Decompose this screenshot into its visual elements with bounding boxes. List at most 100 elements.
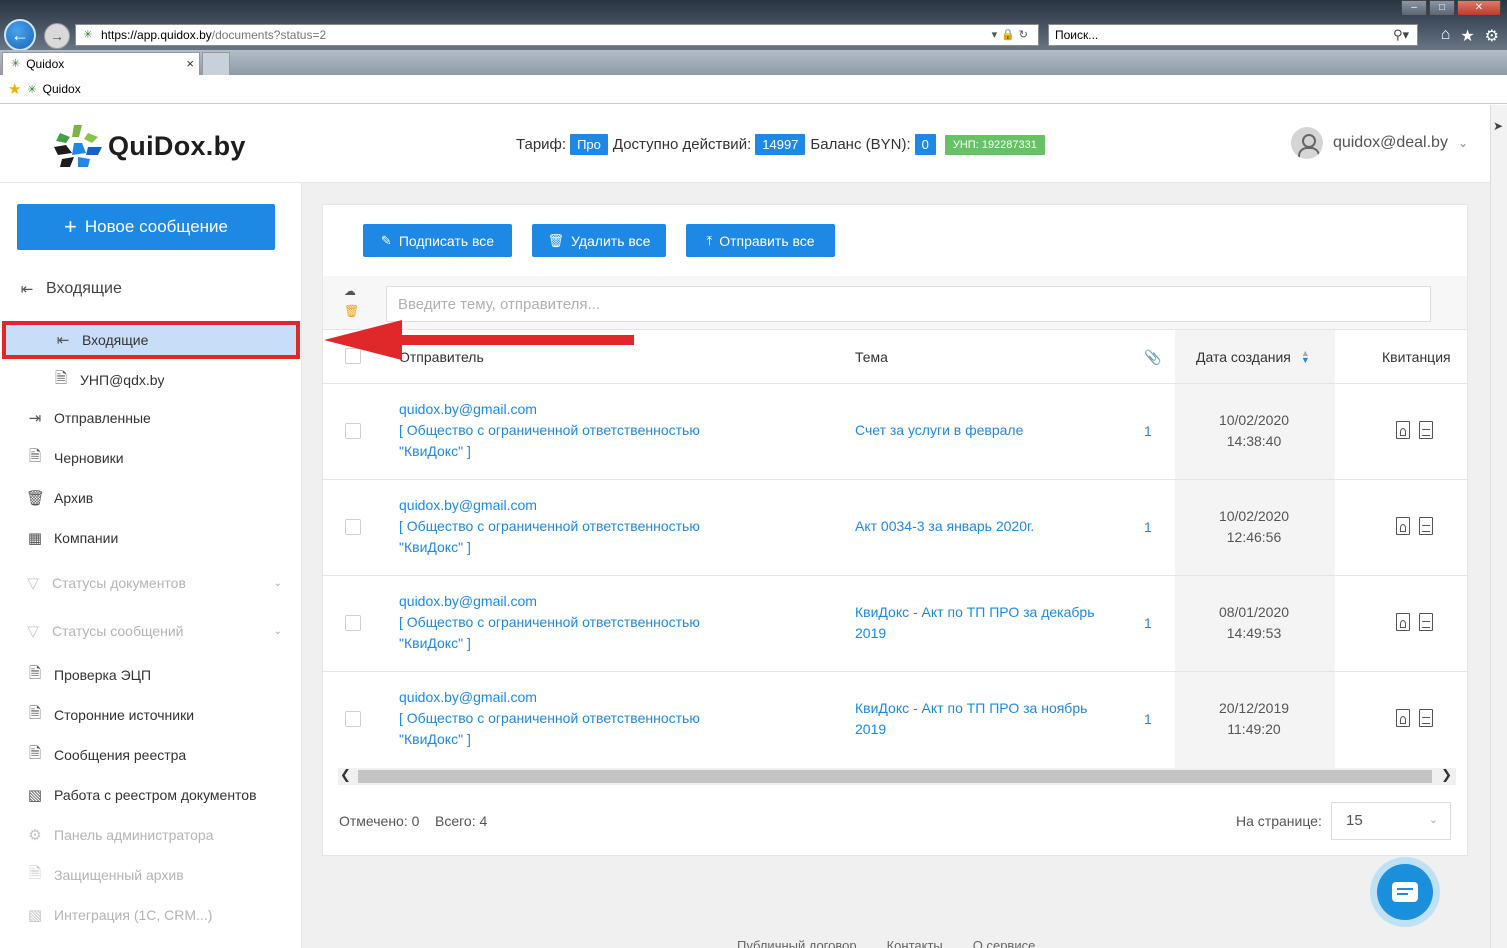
sender-email[interactable]: quidox.by@gmail.com xyxy=(399,399,700,420)
document-receipt-icon[interactable] xyxy=(1419,421,1433,439)
sidebar-item-signature-check[interactable]: 🗎 Проверка ЭЦП xyxy=(0,657,302,693)
row-checkbox[interactable] xyxy=(345,615,361,631)
browser-tab-quidox[interactable]: ✳ Quidox × xyxy=(2,52,200,75)
row-subject[interactable]: Счет за услуги в феврале xyxy=(855,420,1105,441)
row-checkbox[interactable] xyxy=(345,519,361,535)
sidebar-item-admin-panel[interactable]: ⚙ Панель администратора xyxy=(0,817,302,853)
column-header-date[interactable]: Дата создания ▲ ▼ xyxy=(1196,330,1310,384)
sidebar-item-msg-statuses[interactable]: ▽ Статусы сообщений ⌄ xyxy=(0,613,302,649)
sidebar-item-integration[interactable]: ▧ Интеграция (1С, CRM...) xyxy=(0,897,302,933)
quidox-logo[interactable]: QuiDox.by xyxy=(52,123,246,169)
vertical-scrollbar[interactable]: ➤ xyxy=(1490,105,1507,948)
sender-org[interactable]: [ Общество с ограниченной ответственност… xyxy=(399,420,700,441)
sender-org-name[interactable]: "КвиДокс" ] xyxy=(399,729,700,750)
sender-org-name[interactable]: "КвиДокс" ] xyxy=(399,633,700,654)
sidebar-item-archive[interactable]: 🗑 Архив xyxy=(0,480,302,516)
row-sender[interactable]: quidox.by@gmail.com [ Общество с огранич… xyxy=(399,591,700,654)
row-sender[interactable]: quidox.by@gmail.com [ Общество с огранич… xyxy=(399,399,700,462)
scrollbar-thumb[interactable] xyxy=(358,770,1432,783)
scroll-left-icon[interactable]: ❮ xyxy=(340,767,351,783)
pdf-receipt-icon[interactable] xyxy=(1396,517,1410,535)
footer-link-about[interactable]: О сервисе xyxy=(973,938,1036,948)
footer-link-contacts[interactable]: Контакты xyxy=(887,938,943,948)
cloud-upload-icon[interactable]: ☁ xyxy=(344,284,358,298)
trash-icon[interactable]: 🗑 xyxy=(344,304,359,318)
favorites-star-icon[interactable]: ★ xyxy=(1460,26,1474,46)
browser-search-field[interactable]: Поиск... ⚲▾ xyxy=(1048,24,1418,46)
new-tab-button[interactable] xyxy=(202,52,230,75)
add-favorite-star-icon[interactable]: ★ xyxy=(8,80,21,98)
sender-email[interactable]: quidox.by@gmail.com xyxy=(399,495,700,516)
sidebar-item-unp[interactable]: 🗎 УНП@qdx.by xyxy=(0,362,302,398)
sender-org[interactable]: [ Общество с ограниченной ответственност… xyxy=(399,612,700,633)
home-icon[interactable]: ⌂ xyxy=(1441,26,1451,46)
row-sender[interactable]: quidox.by@gmail.com [ Общество с огранич… xyxy=(399,495,700,558)
pdf-receipt-icon[interactable] xyxy=(1396,613,1410,631)
sidebar-item-companies[interactable]: ▦ Компании xyxy=(0,520,302,556)
new-message-label: Новое сообщение xyxy=(84,217,228,236)
document-receipt-icon[interactable] xyxy=(1419,613,1433,631)
row-subject[interactable]: КвиДокс - Акт по ТП ПРО за ноябрь 2019 xyxy=(855,698,1105,740)
document-receipt-icon[interactable] xyxy=(1419,517,1433,535)
sidebar-item-external-sources[interactable]: 🗎 Сторонние источники xyxy=(0,697,302,733)
sidebar-item-secure-archive[interactable]: 🗎 Защищенный архив xyxy=(0,857,302,893)
sender-org[interactable]: [ Общество с ограниченной ответственност… xyxy=(399,708,700,729)
footer-link-contract[interactable]: Публичный договор xyxy=(737,938,857,948)
pdf-receipt-icon[interactable] xyxy=(1396,421,1410,439)
row-attachment-count[interactable]: 1 xyxy=(1144,519,1152,535)
gear-icon[interactable]: ⚙ xyxy=(1485,26,1499,46)
close-window-button[interactable]: ✕ xyxy=(1457,0,1501,16)
sidebar-item-drafts[interactable]: 🗎 Черновики xyxy=(0,440,302,476)
user-menu[interactable]: quidox@deal.by ⌄ xyxy=(1290,127,1468,159)
sender-email[interactable]: quidox.by@gmail.com xyxy=(399,591,700,612)
horizontal-scrollbar[interactable]: ❮ ❯ xyxy=(338,767,1456,785)
sender-org-name[interactable]: "КвиДокс" ] xyxy=(399,537,700,558)
close-icon[interactable]: × xyxy=(186,56,194,71)
chat-widget-button[interactable] xyxy=(1370,857,1440,927)
sender-email[interactable]: quidox.by@gmail.com xyxy=(399,687,700,708)
sidebar-item-registry-work[interactable]: ▧ Работа с реестром документов xyxy=(0,777,302,813)
scroll-up-icon[interactable]: ➤ xyxy=(1493,119,1503,133)
sender-org-name[interactable]: "КвиДокс" ] xyxy=(399,441,700,462)
sidebar-item-sent[interactable]: ⇥ Отправленные xyxy=(0,400,302,436)
row-date-time: 12:46:56 xyxy=(1226,529,1282,545)
row-attachment-count[interactable]: 1 xyxy=(1144,711,1152,727)
address-bar[interactable]: ✳ https://app.quidox.by/documents?status… xyxy=(75,24,1039,46)
scroll-right-icon[interactable]: ❯ xyxy=(1441,767,1452,783)
column-header-subject[interactable]: Тема xyxy=(855,330,888,384)
search-icon[interactable]: ⚲▾ xyxy=(1393,27,1409,43)
address-tools-icon[interactable]: ▾🔒↻ xyxy=(992,28,1032,41)
new-message-button[interactable]: + Новое сообщение xyxy=(17,204,275,250)
search-input[interactable] xyxy=(386,286,1431,322)
chevron-down-icon: ⌄ xyxy=(273,577,282,589)
pdf-receipt-icon[interactable] xyxy=(1396,709,1410,727)
row-subject[interactable]: КвиДокс - Акт по ТП ПРО за декабрь 2019 xyxy=(855,602,1105,644)
sidebar-item-doc-statuses[interactable]: ▽ Статусы документов ⌄ xyxy=(0,565,302,601)
sidebar-item-inbox[interactable]: ⇤ Входящие xyxy=(2,321,300,359)
row-date-time: 11:49:20 xyxy=(1227,721,1281,737)
maximize-button[interactable]: □ xyxy=(1429,0,1455,16)
sender-org[interactable]: [ Общество с ограниченной ответственност… xyxy=(399,516,700,537)
per-page-select[interactable]: 15 ⌄ xyxy=(1331,802,1451,840)
row-date: 10/02/2020 12:46:56 xyxy=(1175,506,1333,548)
row-sender[interactable]: quidox.by@gmail.com [ Общество с огранич… xyxy=(399,687,700,750)
row-attachment-count[interactable]: 1 xyxy=(1144,423,1152,439)
forward-button[interactable]: → xyxy=(44,23,70,49)
sidebar-item-registry-messages[interactable]: 🗎 Сообщения реестра xyxy=(0,737,302,773)
row-attachment-count[interactable]: 1 xyxy=(1144,615,1152,631)
minimize-button[interactable]: – xyxy=(1401,0,1427,16)
back-button[interactable]: ← xyxy=(4,19,36,51)
row-checkbox[interactable] xyxy=(345,423,361,439)
sidebar-group-inbox[interactable]: ⇤ Входящие xyxy=(0,271,302,307)
sign-all-button[interactable]: ✎ Подписать все xyxy=(363,224,512,257)
chat-bubble-shape xyxy=(1392,882,1418,902)
browser-search-placeholder: Поиск... xyxy=(1055,28,1099,42)
delete-all-button[interactable]: 🗑 Удалить все xyxy=(532,224,666,257)
document-receipt-icon[interactable] xyxy=(1419,709,1433,727)
actions-label: Доступно действий: xyxy=(612,136,752,153)
row-checkbox[interactable] xyxy=(345,711,361,727)
send-all-button[interactable]: ⤒ Отправить все xyxy=(686,224,835,257)
favorite-link-quidox[interactable]: Quidox xyxy=(43,82,81,96)
row-subject[interactable]: Акт 0034-3 за январь 2020г. xyxy=(855,516,1105,537)
sort-icon[interactable]: ▲ ▼ xyxy=(1301,349,1310,365)
